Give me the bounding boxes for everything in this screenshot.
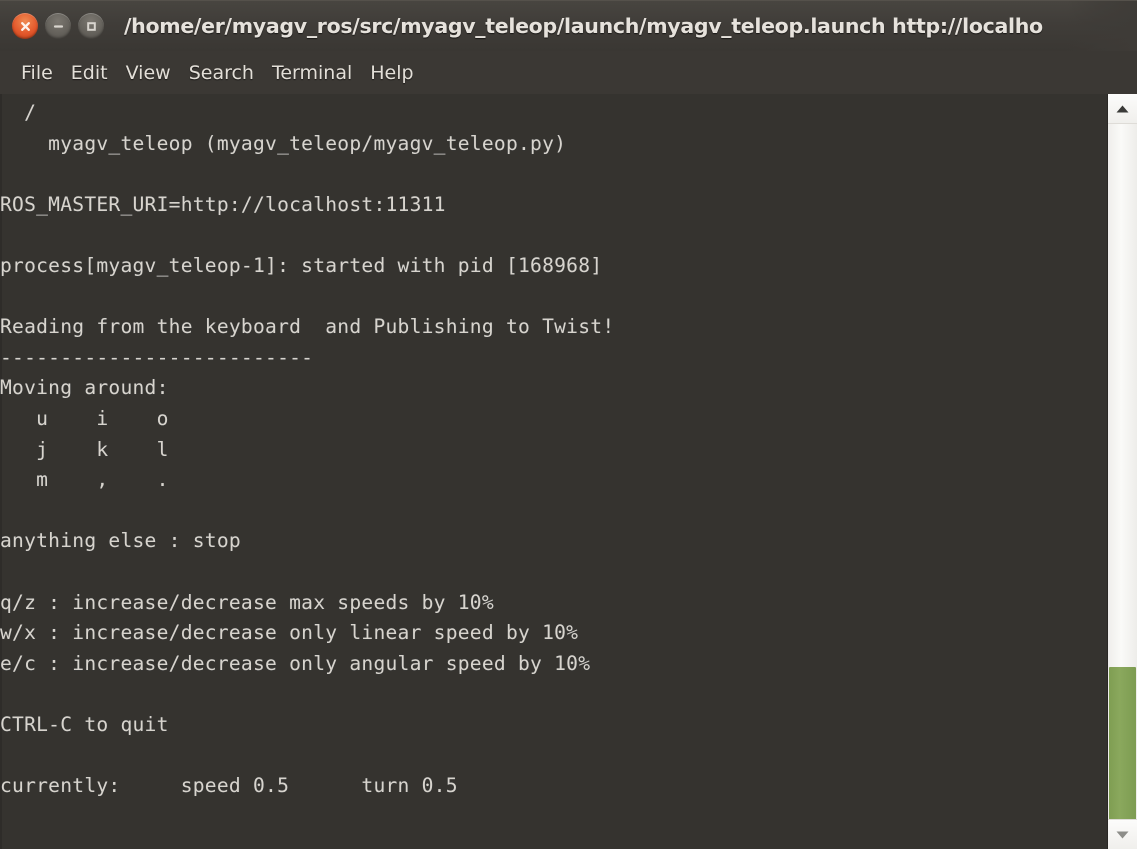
triangle-up-icon[interactable] xyxy=(1108,94,1137,124)
title-text-area: /home/er/myagv_ros/src/myagv_teleop/laun… xyxy=(104,1,1137,51)
maximize-icon[interactable] xyxy=(78,13,104,39)
menu-item-search[interactable]: Search xyxy=(180,60,263,86)
terminal-scrollbar[interactable] xyxy=(1107,94,1137,849)
title-bar[interactable]: /home/er/myagv_ros/src/myagv_teleop/laun… xyxy=(0,0,1137,51)
window-controls xyxy=(0,13,104,39)
menu-item-file[interactable]: File xyxy=(12,60,62,86)
terminal-window: /home/er/myagv_ros/src/myagv_teleop/laun… xyxy=(0,0,1137,849)
menu-item-edit[interactable]: Edit xyxy=(62,60,117,86)
title-fade-overlay xyxy=(1067,1,1137,51)
terminal-body: / myagv_teleop (myagv_teleop/myagv_teleo… xyxy=(0,94,1137,849)
menu-item-help[interactable]: Help xyxy=(361,60,422,86)
menu-item-view[interactable]: View xyxy=(117,60,180,86)
scrollbar-track[interactable] xyxy=(1108,124,1137,849)
terminal-output: / myagv_teleop (myagv_teleop/myagv_teleo… xyxy=(0,101,615,798)
minimize-icon[interactable] xyxy=(45,13,71,39)
close-icon[interactable] xyxy=(12,13,38,39)
triangle-down-icon[interactable] xyxy=(1108,819,1137,849)
window-title: /home/er/myagv_ros/src/myagv_teleop/laun… xyxy=(124,13,1043,38)
menu-item-terminal[interactable]: Terminal xyxy=(263,60,361,86)
menu-bar: File Edit View Search Terminal Help xyxy=(0,51,1137,94)
terminal-screen[interactable]: / myagv_teleop (myagv_teleop/myagv_teleo… xyxy=(0,94,1107,849)
